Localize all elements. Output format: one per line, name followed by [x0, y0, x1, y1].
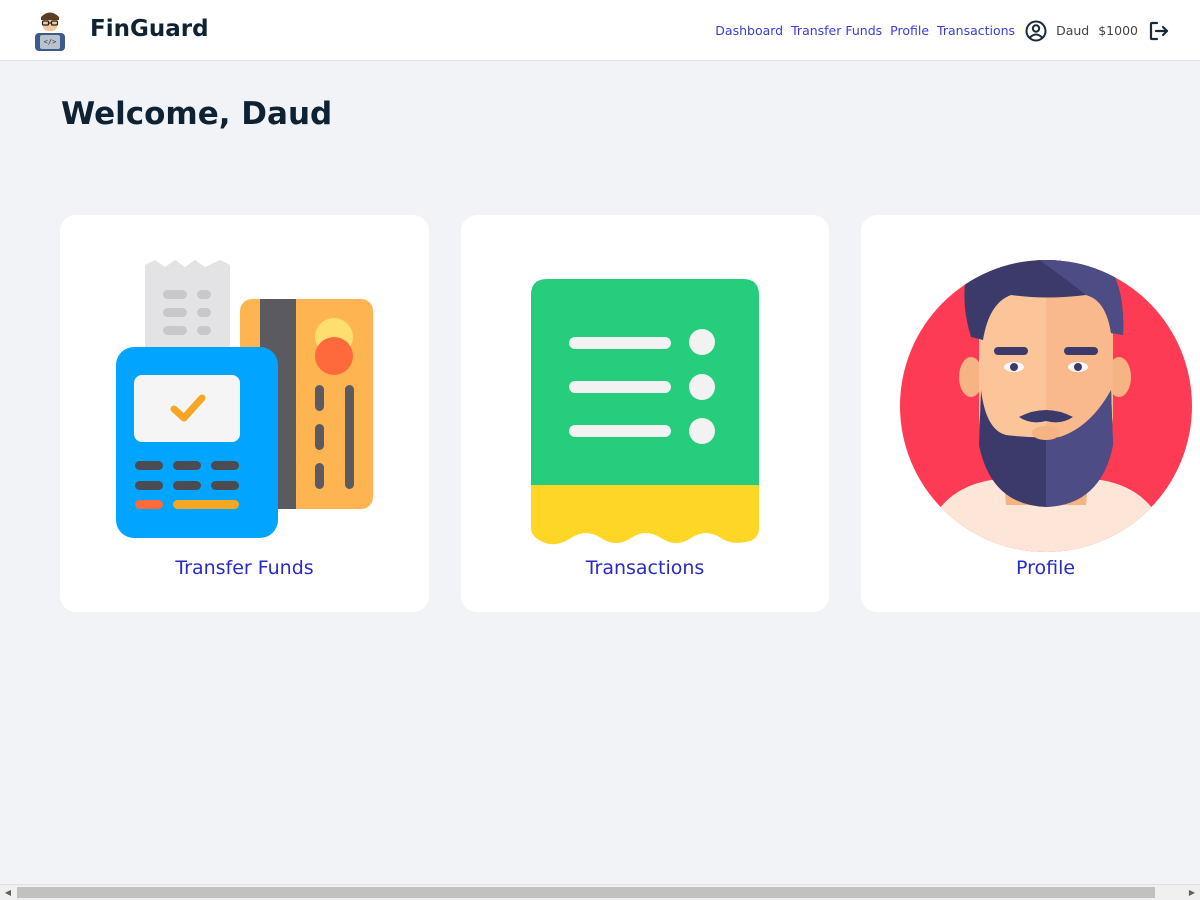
brand-name[interactable]: FinGuard [90, 16, 209, 42]
receipt-list-icon [531, 279, 759, 545]
nav-balance: $1000 [1098, 23, 1138, 38]
card-profile[interactable]: Profile [861, 215, 1200, 612]
bearded-man-avatar-icon [900, 260, 1192, 552]
svg-text:</>: </> [44, 38, 57, 46]
payment-terminal-icon [116, 260, 373, 538]
nav-link-dashboard[interactable]: Dashboard [715, 23, 783, 38]
user-circle-icon[interactable] [1025, 20, 1047, 42]
card-transfer-funds[interactable]: Transfer Funds [60, 215, 429, 612]
top-navbar: </> FinGuard Dashboard Transfer Funds Pr… [0, 0, 1200, 61]
card-label-profile[interactable]: Profile [861, 557, 1200, 579]
card-label-transactions[interactable]: Transactions [461, 557, 829, 579]
nav-link-profile[interactable]: Profile [890, 23, 929, 38]
nav-link-transactions[interactable]: Transactions [937, 23, 1015, 38]
scroll-right-arrow-icon[interactable]: ▶ [1184, 885, 1200, 900]
logout-icon[interactable] [1148, 20, 1170, 42]
nav-user-info: Daud $1000 [1023, 20, 1170, 42]
coder-avatar-icon[interactable]: </> [29, 9, 71, 51]
page-title: Welcome, Daud [61, 96, 333, 132]
horizontal-scrollbar[interactable]: ◀ ▶ [0, 884, 1200, 900]
nav-link-transfer-funds[interactable]: Transfer Funds [791, 23, 882, 38]
scrollbar-thumb[interactable] [17, 887, 1155, 898]
card-label-transfer-funds[interactable]: Transfer Funds [60, 557, 429, 579]
scroll-left-arrow-icon[interactable]: ◀ [0, 885, 16, 900]
nav-menu: Dashboard Transfer Funds Profile Transac… [715, 0, 1170, 61]
card-transactions[interactable]: Transactions [461, 215, 829, 612]
nav-user-name: Daud [1056, 23, 1090, 38]
